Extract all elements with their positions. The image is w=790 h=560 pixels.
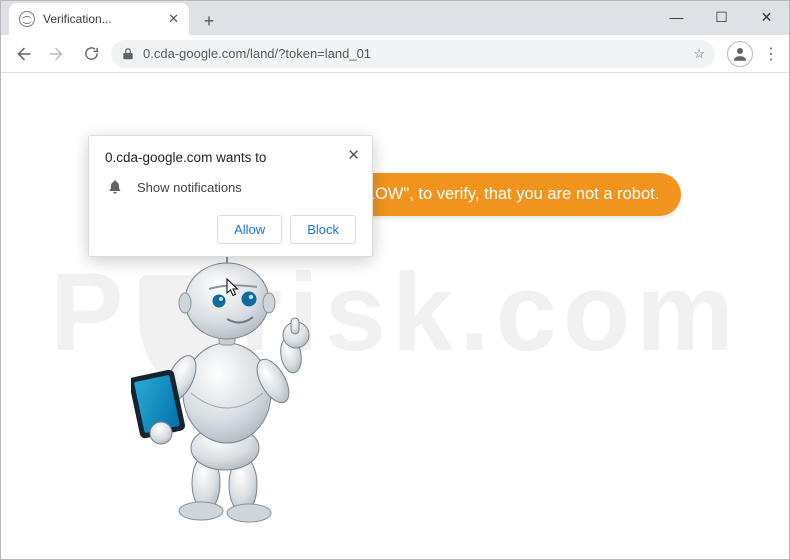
- maximize-button[interactable]: ☐: [699, 1, 744, 33]
- reload-button[interactable]: [77, 40, 105, 68]
- address-bar[interactable]: 0.cda-google.com/land/?token=land_01 ☆: [111, 40, 715, 68]
- close-tab-icon[interactable]: ✕: [168, 11, 179, 27]
- tab-title: Verification...: [43, 12, 160, 26]
- cursor-icon: [226, 278, 242, 298]
- kebab-icon: ⋮: [763, 46, 779, 63]
- notification-permission-prompt: ✕ 0.cda-google.com wants to Show notific…: [88, 135, 373, 257]
- allow-button[interactable]: Allow: [217, 215, 282, 244]
- globe-icon: [19, 11, 35, 27]
- close-icon[interactable]: ✕: [347, 146, 360, 164]
- person-icon: [731, 45, 749, 63]
- watermark-text: P: [50, 249, 129, 376]
- new-tab-button[interactable]: +: [195, 7, 223, 35]
- forward-button[interactable]: [43, 40, 71, 68]
- reload-icon: [83, 45, 100, 62]
- browser-tab[interactable]: Verification... ✕: [9, 3, 189, 35]
- profile-avatar[interactable]: [727, 41, 753, 67]
- robot-illustration: [131, 223, 331, 523]
- tab-strip: Verification... ✕ + — ☐ ✕: [1, 1, 789, 35]
- menu-button[interactable]: ⋮: [761, 44, 781, 64]
- lock-icon: [121, 47, 135, 61]
- block-button[interactable]: Block: [290, 215, 356, 244]
- bell-icon: [107, 179, 123, 195]
- minimize-button[interactable]: —: [654, 1, 699, 33]
- permission-label: Show notifications: [137, 180, 242, 195]
- page-content: P risk.com Press "ALLOW", to verify, tha…: [1, 73, 789, 551]
- url-text: 0.cda-google.com/land/?token=land_01: [143, 46, 685, 61]
- back-button[interactable]: [9, 40, 37, 68]
- arrow-right-icon: [48, 45, 66, 63]
- browser-toolbar: 0.cda-google.com/land/?token=land_01 ☆ ⋮: [1, 35, 789, 73]
- bookmark-star-icon[interactable]: ☆: [693, 46, 705, 62]
- arrow-left-icon: [14, 45, 32, 63]
- permission-origin: 0.cda-google.com wants to: [105, 150, 356, 165]
- window-controls: — ☐ ✕: [654, 1, 789, 33]
- close-window-button[interactable]: ✕: [744, 1, 789, 33]
